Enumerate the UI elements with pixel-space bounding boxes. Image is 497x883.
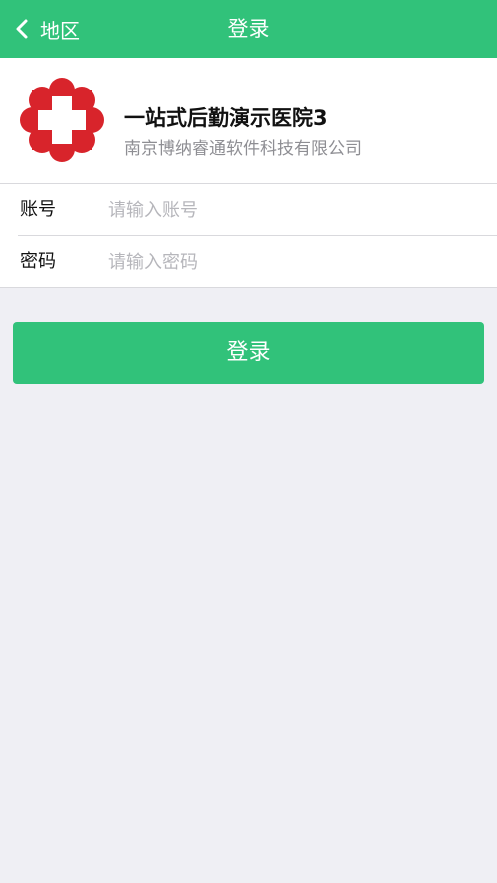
hospital-header: 一站式后勤演示医院3 南京博纳睿通软件科技有限公司	[0, 58, 497, 183]
navigation-bar: 地区 登录	[0, 0, 497, 58]
hospital-name: 一站式后勤演示医院3	[124, 106, 328, 130]
back-button-label: 地区	[40, 18, 80, 43]
account-input[interactable]	[108, 192, 478, 228]
account-label: 账号	[20, 199, 56, 220]
chevron-left-icon	[16, 19, 28, 39]
password-input[interactable]	[108, 244, 478, 280]
password-label: 密码	[20, 251, 56, 272]
password-row: 密码	[0, 236, 497, 288]
company-name: 南京博纳睿通软件科技有限公司	[124, 139, 362, 159]
login-form: 账号 密码	[0, 183, 497, 288]
login-button[interactable]: 登录	[13, 322, 484, 384]
back-button[interactable]: 地区	[12, 0, 80, 58]
account-row: 账号	[0, 184, 497, 236]
hospital-logo-icon	[20, 78, 104, 162]
